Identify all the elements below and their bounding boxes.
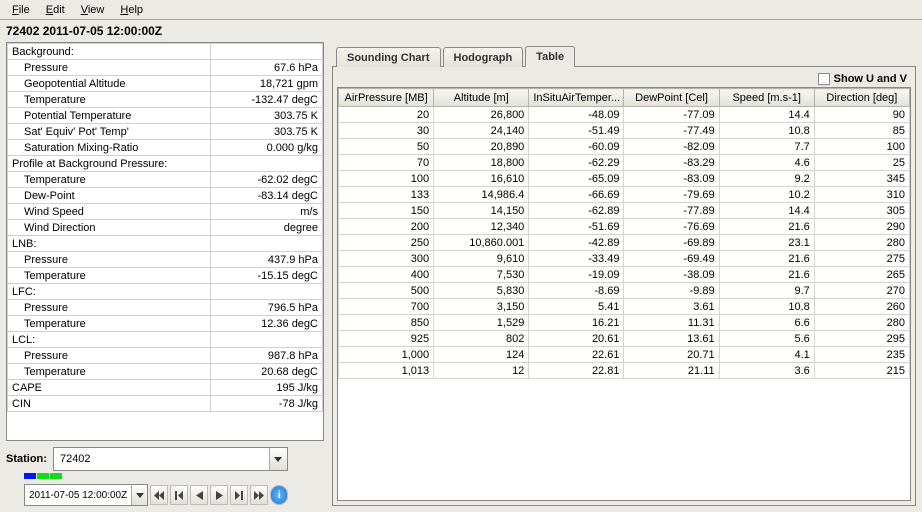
prop-row: Dew-Point-83.14 degC (8, 188, 323, 204)
prop-row: CIN-78 J/kg (8, 396, 323, 412)
prop-row: Temperature-15.15 degC (8, 268, 323, 284)
menu-view[interactable]: View (73, 2, 113, 17)
properties-panel: Background:Pressure67.6 hPaGeopotential … (6, 42, 324, 441)
play-button[interactable] (210, 485, 228, 505)
prop-section: Background: (8, 44, 323, 60)
table-row[interactable]: 7003,1505.413.6110.8260 (339, 299, 910, 315)
time-combo[interactable]: 2011-07-05 12:00:00Z (24, 484, 148, 506)
prop-row: Wind Directiondegree (8, 220, 323, 236)
prop-section: LNB: (8, 236, 323, 252)
prop-row: CAPE195 J/kg (8, 380, 323, 396)
menu-edit[interactable]: Edit (38, 2, 73, 17)
tab-sounding-chart[interactable]: Sounding Chart (336, 47, 441, 67)
tab-row: Sounding Chart Hodograph Table (330, 42, 922, 66)
grid-header[interactable]: DewPoint [Cel] (624, 89, 719, 107)
prop-row: Temperature-62.02 degC (8, 172, 323, 188)
table-row[interactable]: 3024,140-51.49-77.4910.885 (339, 123, 910, 139)
table-row[interactable]: 8501,52916.2111.316.6280 (339, 315, 910, 331)
table-row[interactable]: 2026,800-48.09-77.0914.490 (339, 107, 910, 123)
skip-first-button[interactable] (150, 485, 168, 505)
prop-row: Pressure437.9 hPa (8, 252, 323, 268)
prop-row: Sat' Equiv' Pot' Temp'303.75 K (8, 124, 323, 140)
prop-row: Temperature-132.47 degC (8, 92, 323, 108)
prop-row: Temperature12.36 degC (8, 316, 323, 332)
play-back-button[interactable] (190, 485, 208, 505)
grid-header[interactable]: Speed [m.s-1] (719, 89, 814, 107)
prop-row: Pressure796.5 hPa (8, 300, 323, 316)
color-marks (6, 473, 324, 479)
prop-row: Pressure67.6 hPa (8, 60, 323, 76)
step-back-button[interactable] (170, 485, 188, 505)
table-row[interactable]: 7018,800-62.29-83.294.625 (339, 155, 910, 171)
table-row[interactable]: 15014,150-62.89-77.8914.4305 (339, 203, 910, 219)
prop-row: Saturation Mixing-Ratio0.000 g/kg (8, 140, 323, 156)
table-row[interactable]: 4007,530-19.09-38.0921.6265 (339, 267, 910, 283)
prop-section: LFC: (8, 284, 323, 300)
info-button[interactable]: i (270, 485, 288, 505)
grid-header[interactable]: Altitude [m] (434, 89, 529, 107)
page-title: 72402 2011-07-05 12:00:00Z (0, 20, 922, 40)
menu-file[interactable]: File (4, 2, 38, 17)
data-grid[interactable]: AirPressure [MB]Altitude [m]InSituAirTem… (337, 87, 911, 501)
step-forward-button[interactable] (230, 485, 248, 505)
prop-row: Geopotential Altitude18,721 gpm (8, 76, 323, 92)
table-row[interactable]: 25010,860.001-42.89-69.8923.1280 (339, 235, 910, 251)
table-row[interactable]: 1,00012422.6120.714.1235 (339, 347, 910, 363)
table-row[interactable]: 1,0131222.8121.113.6215 (339, 363, 910, 379)
prop-row: Temperature20.68 degC (8, 364, 323, 380)
table-row[interactable]: 3009,610-33.49-69.4921.6275 (339, 251, 910, 267)
tab-panel: Show U and V AirPressure [MB]Altitude [m… (332, 66, 916, 506)
station-label: Station: (6, 453, 47, 465)
chevron-down-icon[interactable] (131, 485, 147, 505)
grid-header[interactable]: AirPressure [MB] (339, 89, 434, 107)
menu-help[interactable]: Help (112, 2, 151, 17)
station-value: 72402 (54, 453, 269, 465)
prop-row: Pressure987.8 hPa (8, 348, 323, 364)
tab-hodograph[interactable]: Hodograph (443, 47, 524, 67)
time-value: 2011-07-05 12:00:00Z (25, 490, 131, 501)
table-row[interactable]: 13314,986.4-66.69-79.6910.2310 (339, 187, 910, 203)
tab-table[interactable]: Table (525, 46, 575, 67)
skip-last-button[interactable] (250, 485, 268, 505)
prop-row: Potential Temperature303.75 K (8, 108, 323, 124)
station-combo[interactable]: 72402 (53, 447, 288, 471)
table-row[interactable]: 5020,890-60.09-82.097.7100 (339, 139, 910, 155)
grid-header[interactable]: InSituAirTemper... (529, 89, 624, 107)
table-row[interactable]: 10016,610-65.09-83.099.2345 (339, 171, 910, 187)
table-row[interactable]: 5005,830-8.69-9.899.7270 (339, 283, 910, 299)
chevron-down-icon[interactable] (269, 448, 287, 470)
show-uv-checkbox[interactable] (818, 73, 830, 85)
prop-row: Wind Speedm/s (8, 204, 323, 220)
show-uv-label: Show U and V (834, 73, 907, 85)
prop-section: LCL: (8, 332, 323, 348)
table-row[interactable]: 20012,340-51.69-76.6921.6290 (339, 219, 910, 235)
prop-section: Profile at Background Pressure: (8, 156, 323, 172)
menubar: File Edit View Help (0, 0, 922, 20)
table-row[interactable]: 92580220.6113.615.6295 (339, 331, 910, 347)
grid-header[interactable]: Direction [deg] (814, 89, 909, 107)
playback-controls: 2011-07-05 12:00:00Z (6, 480, 324, 506)
